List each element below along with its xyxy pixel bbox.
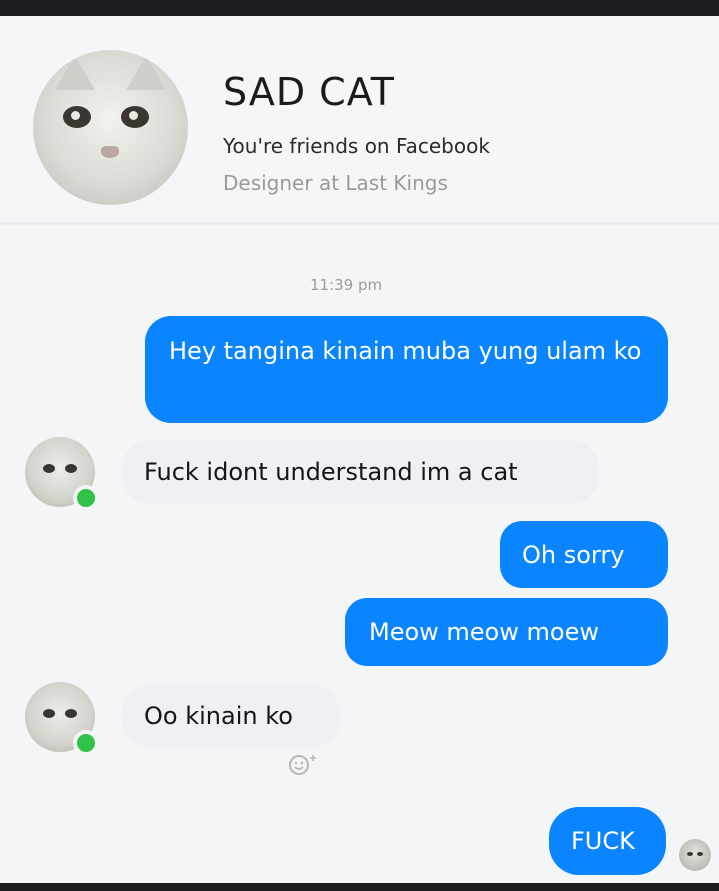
contact-occupation: Designer at Last Kings	[223, 171, 448, 195]
cat-eye-left	[43, 709, 55, 718]
cat-eye-right	[121, 106, 149, 128]
smiley-plus-icon[interactable]	[288, 752, 318, 784]
outgoing-message[interactable]: Meow meow moew	[345, 598, 668, 666]
seen-receipt-avatar	[679, 839, 711, 871]
outgoing-message[interactable]: Oh sorry	[500, 521, 668, 588]
conversation-header: SAD CAT You're friends on Facebook Desig…	[0, 16, 719, 225]
cat-nose	[101, 146, 119, 158]
cat-eye-left	[63, 106, 91, 128]
contact-avatar[interactable]	[33, 50, 188, 205]
cat-ear-right	[126, 56, 166, 90]
cat-eye-left	[43, 464, 55, 473]
online-status-icon	[73, 730, 99, 756]
cat-eye-left	[687, 852, 693, 856]
cat-eye-right	[65, 709, 77, 718]
incoming-message[interactable]: Fuck idont understand im a cat	[122, 440, 599, 504]
outgoing-message[interactable]: FUCK	[549, 807, 666, 875]
bottom-bar	[0, 883, 719, 891]
incoming-message[interactable]: Oo kinain ko	[122, 685, 340, 747]
outgoing-message[interactable]: Hey tangina kinain muba yung ulam ko	[145, 316, 668, 423]
cat-ear-left	[55, 56, 95, 90]
message-timestamp: 11:39 pm	[310, 276, 383, 294]
top-bar	[0, 0, 719, 16]
cat-eye-right	[697, 852, 703, 856]
friendship-status: You're friends on Facebook	[223, 134, 490, 158]
cat-eye-right	[65, 464, 77, 473]
contact-name[interactable]: SAD CAT	[223, 70, 395, 114]
online-status-icon	[73, 485, 99, 511]
